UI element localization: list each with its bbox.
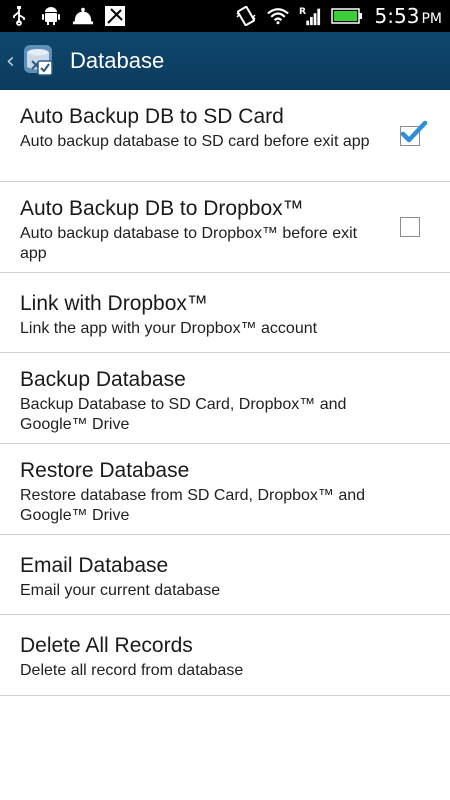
status-bar: R 5:53 PM <box>0 0 450 32</box>
pref-title: Email Database <box>20 554 169 577</box>
pref-title: Backup Database <box>20 368 186 391</box>
pref-auto-backup-dropbox[interactable]: Auto Backup DB to Dropbox™ Auto backup d… <box>0 182 450 273</box>
pref-summary: Auto backup database to Dropbox™ before … <box>20 225 358 262</box>
pref-title: Link with Dropbox™ <box>20 292 208 315</box>
pref-backup-database[interactable]: Backup Database Backup Database to SD Ca… <box>0 353 450 444</box>
status-right-icons: R 5:53 PM <box>235 4 442 28</box>
pref-summary: Link the app with your Dropbox™ account <box>20 320 318 337</box>
pref-summary: Auto backup database to SD card before e… <box>20 133 370 150</box>
notification-bell-icon <box>72 6 94 26</box>
pref-restore-database[interactable]: Restore Database Restore database from S… <box>0 444 450 535</box>
pref-title: Delete All Records <box>20 634 193 657</box>
checkbox-unchecked[interactable] <box>400 217 420 237</box>
chevron-left-icon[interactable]: ‹ <box>6 49 16 74</box>
signal-icon: R <box>299 6 321 26</box>
pref-summary: Backup Database to SD Card, Dropbox™ and… <box>20 396 347 433</box>
wifi-icon <box>266 6 289 26</box>
pref-summary: Restore database from SD Card, Dropbox™ … <box>20 487 366 524</box>
svg-text:R: R <box>299 6 306 17</box>
status-left-icons <box>8 6 126 26</box>
pref-summary: Delete all record from database <box>20 662 244 679</box>
android-debug-icon <box>40 6 62 26</box>
pref-title: Auto Backup DB to Dropbox™ <box>20 197 304 220</box>
pref-title: Auto Backup DB to SD Card <box>20 105 284 128</box>
database-icon[interactable] <box>18 41 58 81</box>
pref-summary: Email your current database <box>20 582 221 599</box>
preference-list: Auto Backup DB to SD Card Auto backup da… <box>0 90 450 696</box>
battery-icon <box>330 6 363 26</box>
app-notification-icon <box>104 6 126 26</box>
status-time: 5:53 PM <box>374 4 442 28</box>
pref-auto-backup-sd[interactable]: Auto Backup DB to SD Card Auto backup da… <box>0 90 450 182</box>
page-title: Database <box>70 48 165 73</box>
pref-title: Restore Database <box>20 459 190 482</box>
vibrate-icon <box>235 6 257 26</box>
action-bar[interactable]: ‹ Database <box>0 32 450 90</box>
pref-link-dropbox[interactable]: Link with Dropbox™ Link the app with you… <box>0 273 450 353</box>
pref-delete-all-records[interactable]: Delete All Records Delete all record fro… <box>0 615 450 696</box>
usb-icon <box>8 6 30 26</box>
checkbox-checked[interactable] <box>400 120 427 146</box>
pref-email-database[interactable]: Email Database Email your current databa… <box>0 535 450 615</box>
